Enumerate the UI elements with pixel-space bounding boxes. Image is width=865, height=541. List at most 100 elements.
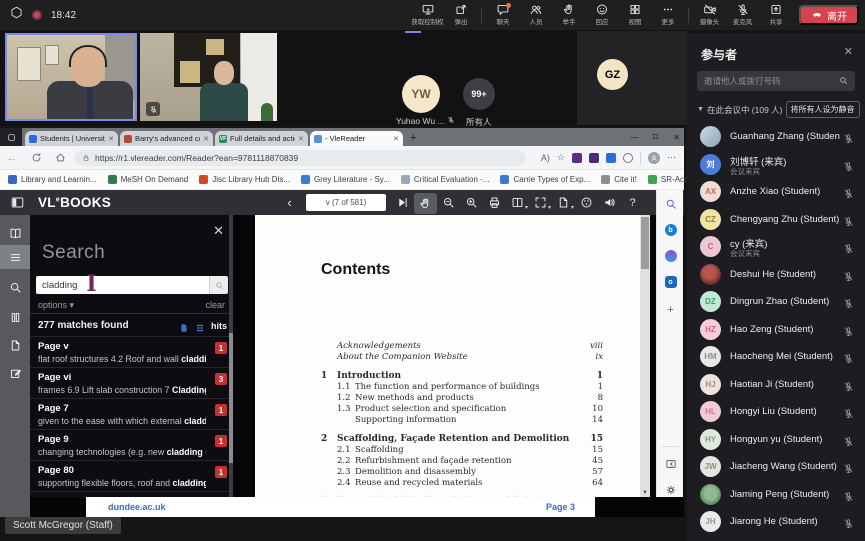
invite-search-field[interactable]: 邀请他人或拨打号码	[697, 71, 855, 91]
video-tile-participant[interactable]	[140, 33, 277, 121]
bookmark-item[interactable]: Library and Learnin...	[8, 175, 97, 184]
mic-muted-icon[interactable]	[843, 516, 854, 527]
mic-muted-icon[interactable]	[843, 489, 854, 500]
search-tool-icon[interactable]	[0, 275, 30, 299]
hand-pan-tool-icon[interactable]	[414, 193, 437, 214]
zoom-out-icon[interactable]	[437, 190, 460, 215]
bookmark-item[interactable]: MeSH On Demand	[108, 175, 189, 184]
participant-row[interactable]: HJHaotian Ji (Student)	[687, 371, 865, 399]
mic-muted-icon[interactable]	[843, 269, 854, 280]
audio-icon[interactable]	[598, 190, 621, 215]
toc-row[interactable]: Acknowledgementsviii	[321, 341, 603, 352]
sidebar-search-icon[interactable]	[657, 194, 684, 214]
print-icon[interactable]	[483, 190, 506, 215]
page-layout-icon[interactable]: ▾	[506, 190, 529, 215]
browser-tab[interactable]: Barry's advanced construction of✕	[120, 131, 213, 146]
participant-row[interactable]: DZDingrun Zhao (Student)	[687, 288, 865, 316]
tab-actions-icon[interactable]	[0, 128, 22, 146]
participant-row[interactable]: Guanhang Zhang (Student)	[687, 123, 865, 151]
mic-muted-icon[interactable]	[843, 131, 854, 142]
leave-meeting-button[interactable]: 离开	[799, 5, 859, 25]
toc-row[interactable]: 1.2New methods and products8	[321, 393, 603, 404]
mic-off-button[interactable]: 麦克风	[726, 3, 759, 27]
mic-muted-icon[interactable]	[843, 434, 854, 445]
extension-icon[interactable]	[623, 153, 633, 163]
search-input[interactable]: cladding	[36, 276, 209, 294]
tab-close-icon[interactable]: ✕	[298, 135, 304, 143]
toc-row[interactable]: 2.1Scaffolding15	[321, 445, 603, 456]
search-result[interactable]: Page 80supporting flexible floors, roof …	[30, 461, 233, 492]
security-shield-icon[interactable]	[10, 6, 23, 24]
minimize-button[interactable]: —	[630, 133, 638, 142]
participant-row[interactable]: AXAnzhe Xiao (Student)	[687, 178, 865, 206]
display-settings-icon[interactable]	[575, 190, 598, 215]
restore-button[interactable]	[652, 133, 659, 142]
tab-close-icon[interactable]: ✕	[108, 135, 114, 143]
m365-icon[interactable]	[657, 246, 684, 266]
participant-row[interactable]: HLHongyi Liu (Student)	[687, 398, 865, 426]
mic-muted-icon[interactable]	[843, 351, 854, 362]
toc-row[interactable]: 2.3Demolition and disassembly57	[321, 467, 603, 478]
toc-row[interactable]: 1.3Product selection and specification10	[321, 404, 603, 415]
participant-row[interactable]: JHJiarong He (Student)	[687, 508, 865, 536]
search-result[interactable]: Page 7given to the ease with which exter…	[30, 399, 233, 430]
people-button[interactable]: 人员	[519, 3, 552, 27]
participant-row[interactable]: Ccy (来宾)会议来宾	[687, 233, 865, 261]
chevron-down-icon[interactable]: ▼	[697, 106, 704, 113]
bookmark-item[interactable]: Cite it!	[601, 175, 637, 184]
toc-row[interactable]: 1Introduction1	[321, 370, 603, 382]
home-button[interactable]	[48, 152, 72, 163]
annotate-icon[interactable]	[0, 361, 30, 385]
browser-tab[interactable]: Students | University of Dundee✕	[25, 131, 118, 146]
zoom-in-icon[interactable]	[460, 190, 483, 215]
url-field[interactable]: https://r1.vlereader.com/Reader?ean=9781…	[74, 150, 526, 166]
browser-tab[interactable]: VFFull details and actions for Barry✕	[215, 131, 308, 146]
close-button[interactable]: ✕	[673, 133, 680, 142]
back-button[interactable]: ←	[0, 152, 24, 164]
avatar-everyone[interactable]: 99+	[463, 78, 495, 110]
outlook-icon[interactable]: o	[657, 272, 684, 292]
fullscreen-icon[interactable]: ▾	[529, 190, 552, 215]
bookmark-item[interactable]: Critical Evaluation -...	[401, 175, 490, 184]
participant-row[interactable]: JWJiacheng Wang (Student)	[687, 453, 865, 481]
mute-all-button[interactable]: 将所有人设为静音	[786, 101, 860, 118]
toc-row[interactable]: About the Companion Websiteix	[321, 352, 603, 363]
mic-muted-icon[interactable]	[843, 461, 854, 472]
page-number-input[interactable]: v (7 of 581)	[306, 194, 386, 211]
toc-row[interactable]: 2.4Reuse and recycled materials64	[321, 478, 603, 489]
next-page-icon[interactable]	[391, 190, 414, 215]
toc-row[interactable]: Supporting information14	[321, 415, 603, 426]
close-panel-icon[interactable]: ✕	[844, 45, 853, 58]
participant-row[interactable]: HZHao Zeng (Student)	[687, 316, 865, 344]
search-submit-button[interactable]	[209, 276, 228, 294]
chat-button[interactable]: 聊天	[486, 3, 519, 27]
institution-link[interactable]: dundee.ac.uk	[108, 502, 166, 512]
participant-row[interactable]: HYHongyun yu (Student)	[687, 426, 865, 454]
search-options-link[interactable]: options ▾	[38, 300, 74, 311]
mic-muted-icon[interactable]	[843, 214, 854, 225]
scrollbar-thumb[interactable]	[641, 217, 649, 269]
document-options-icon[interactable]: ▾	[552, 190, 575, 215]
toc-row[interactable]: 1.1The function and performance of build…	[321, 382, 603, 393]
more-button[interactable]: 更多	[651, 3, 684, 27]
mic-muted-icon[interactable]	[843, 241, 854, 252]
participant-row[interactable]: CZChengyang Zhu (Student)	[687, 206, 865, 234]
refresh-button[interactable]	[24, 152, 48, 163]
add-sidebar-icon[interactable]: +	[657, 300, 684, 320]
participant-row[interactable]: Deshui He (Student)	[687, 261, 865, 289]
camera-off-button[interactable]: 摄像头	[693, 3, 726, 27]
bookmark-item[interactable]: Grey Literature - Sy...	[301, 175, 390, 184]
notes-icon[interactable]	[0, 333, 30, 357]
sidebar-toggle-icon[interactable]	[10, 196, 26, 210]
mic-muted-icon[interactable]	[843, 324, 854, 335]
bing-chat-icon[interactable]: b	[657, 220, 684, 240]
browser-menu-icon[interactable]: ⋯	[667, 152, 676, 163]
toc-list-icon[interactable]	[0, 245, 30, 269]
previous-page-icon[interactable]: ‹	[278, 190, 301, 215]
scroll-down-icon[interactable]: ▼	[640, 490, 650, 496]
view-button[interactable]: 视图	[618, 3, 651, 27]
screen-control-button[interactable]: 获取控制权	[411, 3, 444, 27]
bookmark-item[interactable]: Jisc Library Hub Dis...	[199, 175, 290, 184]
new-tab-button[interactable]: +	[410, 132, 416, 144]
extension-icon[interactable]	[572, 153, 582, 163]
